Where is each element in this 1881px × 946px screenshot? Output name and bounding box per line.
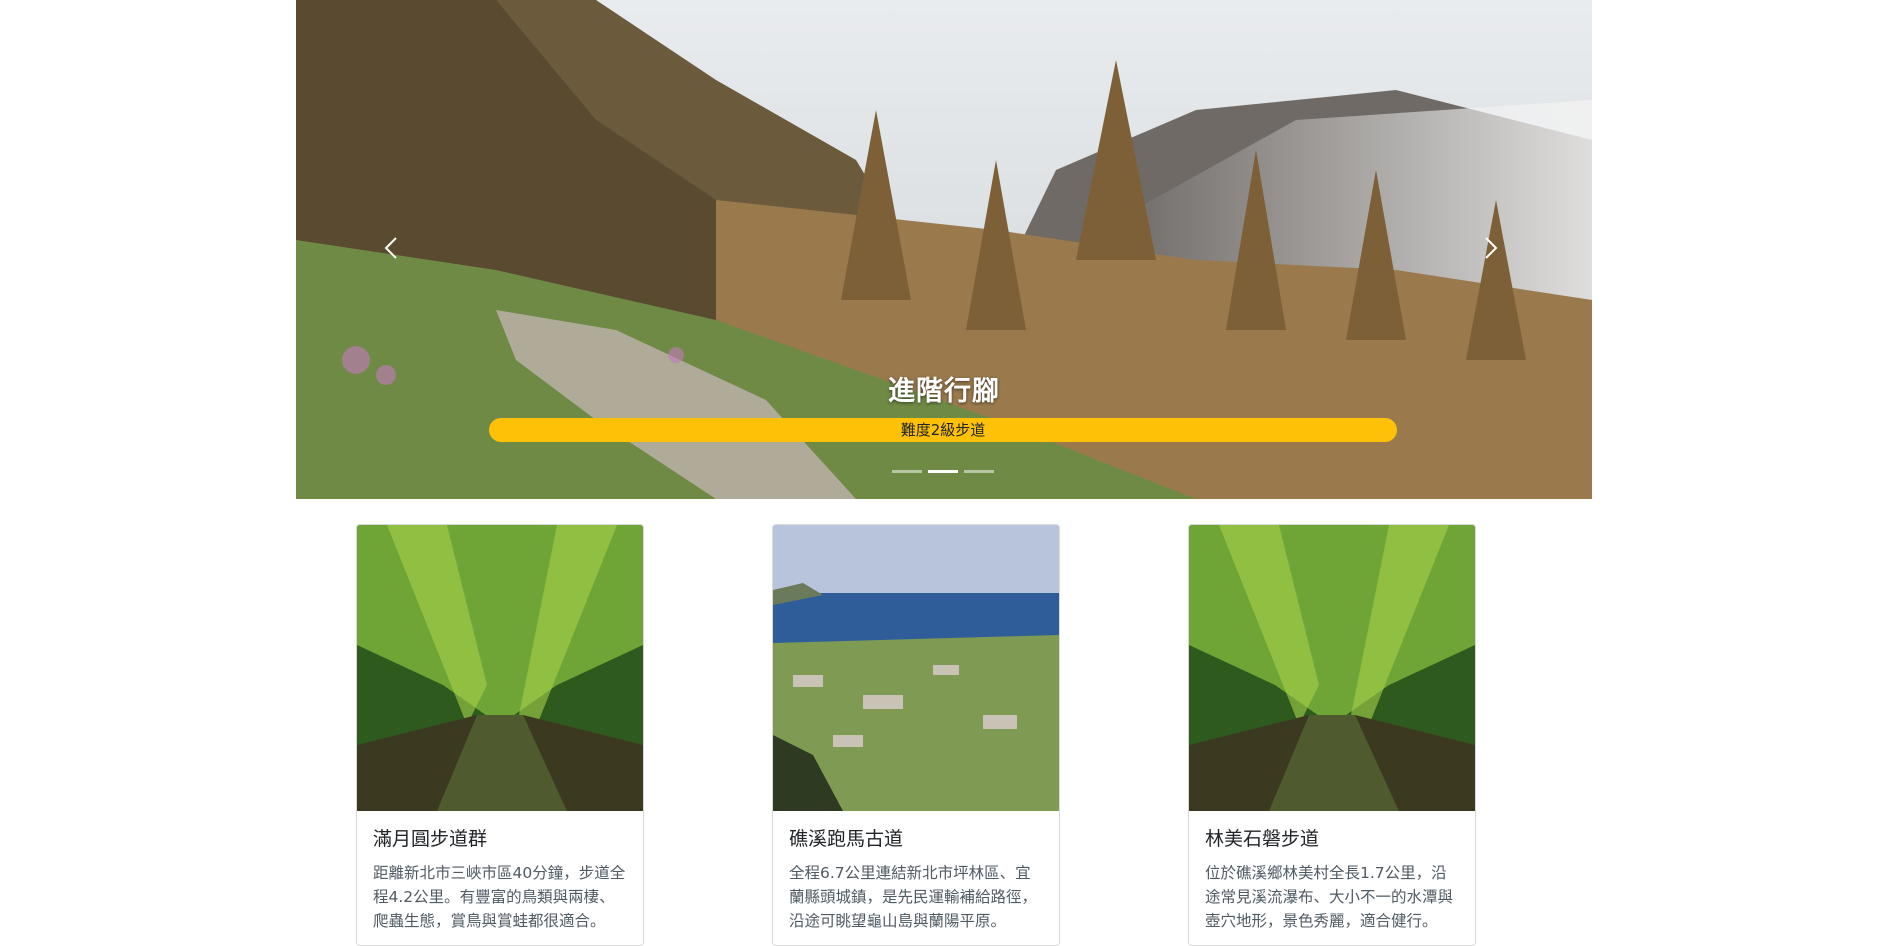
card-text: 位於礁溪鄉林美村全長1.7公里，沿途常見溪流瀑布、大小不一的水潭與壺穴地形，景色… bbox=[1205, 864, 1454, 930]
trail-card[interactable]: 礁溪跑馬古道 全程6.7公里連結新北市坪林區、宜蘭縣頭城鎮，是先民運輸補給路徑，… bbox=[772, 524, 1060, 946]
carousel-indicators bbox=[892, 470, 996, 473]
card-image bbox=[357, 525, 643, 811]
hero-carousel: 進階行腳 難度2級步道 bbox=[296, 0, 1592, 499]
card-text: 距離新北市三峽市區40分鐘，步道全程4.2公里。有豐富的鳥類與兩棲、爬蟲生態，賞… bbox=[373, 864, 626, 930]
carousel-caption: 進階行腳 難度2級步道 bbox=[296, 372, 1592, 442]
difficulty-badge: 難度2級步道 bbox=[489, 418, 1397, 442]
card-body: 滿月圓步道群 距離新北市三峽市區40分鐘，步道全程4.2公里。有豐富的鳥類與兩棲… bbox=[357, 811, 643, 933]
carousel-caption-title: 進階行腳 bbox=[888, 376, 1000, 407]
card-image bbox=[1189, 525, 1475, 811]
card-title: 礁溪跑馬古道 bbox=[789, 828, 904, 850]
card-body: 礁溪跑馬古道 全程6.7公里連結新北市坪林區、宜蘭縣頭城鎮，是先民運輸補給路徑，… bbox=[773, 811, 1059, 933]
trail-card[interactable]: 滿月圓步道群 距離新北市三峽市區40分鐘，步道全程4.2公里。有豐富的鳥類與兩棲… bbox=[356, 524, 644, 946]
chevron-right-icon bbox=[1485, 237, 1498, 259]
carousel-indicator-2[interactable] bbox=[928, 470, 958, 473]
carousel-next-button[interactable] bbox=[1470, 228, 1510, 268]
chevron-left-icon bbox=[384, 237, 397, 259]
carousel-indicator-1[interactable] bbox=[892, 470, 922, 473]
trail-card[interactable]: 林美石磐步道 位於礁溪鄉林美村全長1.7公里，沿途常見溪流瀑布、大小不一的水潭與… bbox=[1188, 524, 1476, 946]
carousel-prev-button[interactable] bbox=[372, 228, 412, 268]
carousel-indicator-3[interactable] bbox=[964, 470, 994, 473]
card-text: 全程6.7公里連結新北市坪林區、宜蘭縣頭城鎮，是先民運輸補給路徑，沿途可眺望龜山… bbox=[789, 864, 1038, 930]
card-image bbox=[773, 525, 1059, 811]
card-body: 林美石磐步道 位於礁溪鄉林美村全長1.7公里，沿途常見溪流瀑布、大小不一的水潭與… bbox=[1189, 811, 1475, 933]
card-title: 林美石磐步道 bbox=[1205, 828, 1320, 850]
card-title: 滿月圓步道群 bbox=[373, 828, 488, 850]
